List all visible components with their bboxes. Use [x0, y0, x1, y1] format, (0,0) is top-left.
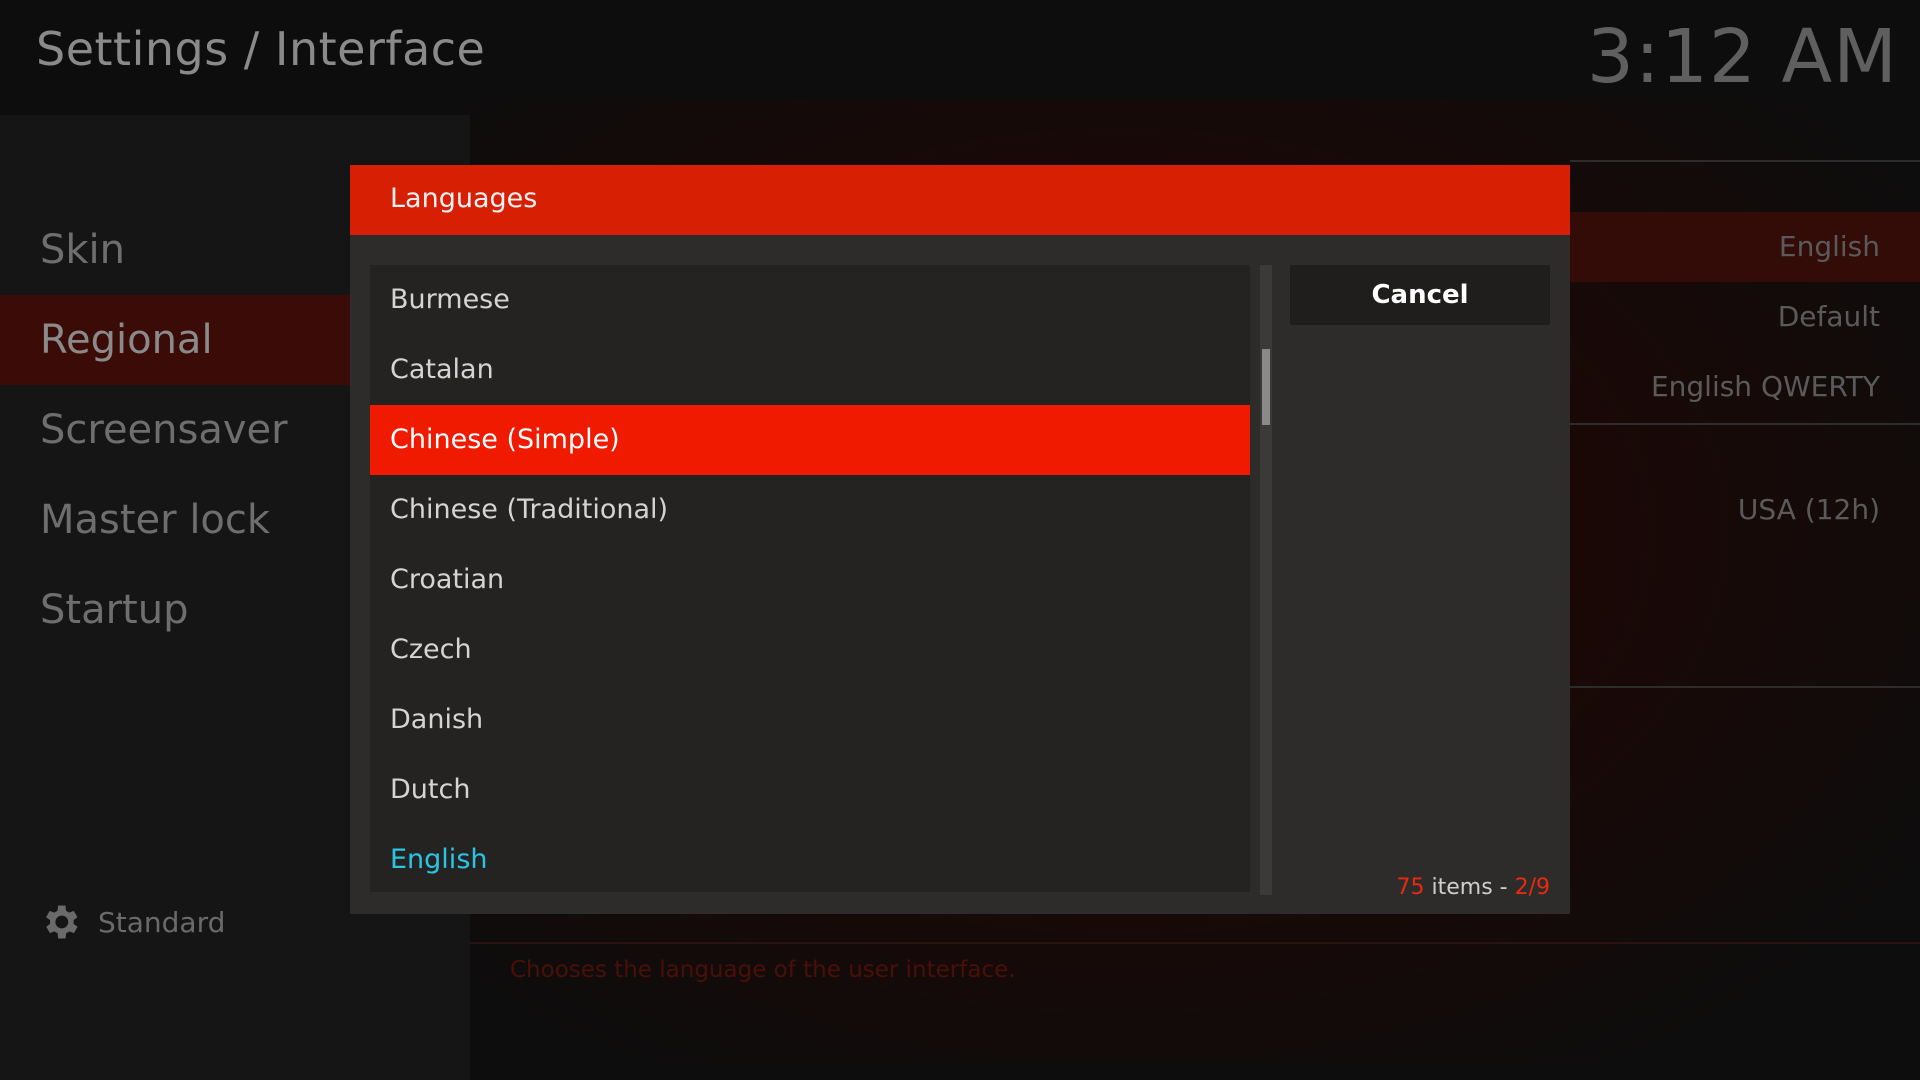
list-item[interactable]: Danish: [370, 685, 1250, 755]
list-item[interactable]: Dutch: [370, 755, 1250, 825]
setting-value-charset: Default: [1777, 300, 1880, 333]
settings-level-label: Standard: [98, 905, 226, 939]
list-item[interactable]: Chinese (Traditional): [370, 475, 1250, 545]
page-indicator: 2/9: [1514, 875, 1550, 900]
setting-value-region: USA (12h): [1737, 493, 1880, 526]
item-count: 75 items - 2/9: [1397, 875, 1551, 900]
divider: [470, 942, 1920, 944]
page-title: Settings / Interface: [36, 22, 486, 76]
list-item[interactable]: Catalan: [370, 335, 1250, 405]
language-list: Burmese Catalan Chinese (Simple) Chinese…: [370, 265, 1250, 892]
item-count-label: items -: [1431, 875, 1515, 900]
dialog-header: Languages: [350, 165, 1570, 235]
clock: 3:12 AM: [1586, 14, 1898, 100]
setting-hint: Chooses the language of the user interfa…: [510, 957, 1016, 983]
setting-value-language: English: [1778, 230, 1880, 263]
scrollbar[interactable]: [1260, 265, 1272, 895]
languages-dialog: Languages Burmese Catalan Chinese (Simpl…: [350, 165, 1570, 914]
settings-level-button[interactable]: Standard: [38, 900, 225, 944]
cancel-button[interactable]: Cancel: [1290, 265, 1550, 325]
divider: [1570, 686, 1920, 688]
scrollbar-thumb[interactable]: [1262, 349, 1270, 425]
list-item-focused[interactable]: Chinese (Simple): [370, 405, 1250, 475]
item-total: 75: [1396, 875, 1425, 900]
divider: [1570, 423, 1920, 425]
setting-value-keyboard: English QWERTY: [1650, 370, 1880, 403]
list-item[interactable]: Croatian: [370, 545, 1250, 615]
gear-icon: [46, 905, 78, 939]
list-item[interactable]: Burmese: [370, 265, 1250, 335]
dialog-title: Languages: [390, 183, 538, 214]
list-item[interactable]: Czech: [370, 615, 1250, 685]
list-item-current[interactable]: English: [370, 825, 1250, 895]
divider: [1570, 160, 1920, 162]
